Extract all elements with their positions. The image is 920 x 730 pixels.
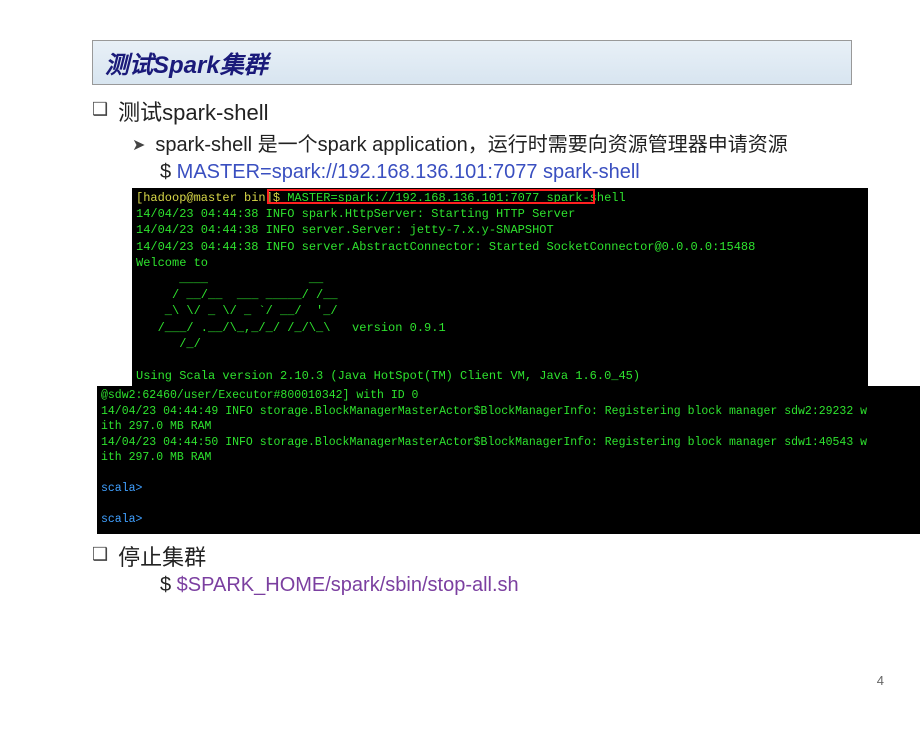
terminal-line: 14/04/23 04:44:50 INFO storage.BlockMana…	[101, 436, 867, 449]
bullet-text: spark-shell 是一个spark application，运行时需要向资…	[155, 131, 787, 159]
terminal-line: 14/04/23 04:44:49 INFO storage.BlockMana…	[101, 405, 867, 418]
bullet-stop-cluster: ❑ 停止集群	[92, 540, 860, 572]
slide-content: ❑ 测试spark-shell ➤ spark-shell 是一个spark a…	[92, 95, 860, 597]
bullet-text: 测试spark-shell	[118, 95, 268, 127]
dollar-sign: $	[160, 574, 171, 596]
terminal-line: Welcome to	[136, 256, 208, 270]
slide-container: 测试Spark集群 ❑ 测试spark-shell ➤ spark-shell …	[20, 40, 900, 690]
terminal-line: 14/04/23 04:44:38 INFO server.AbstractCo…	[136, 240, 755, 254]
terminal-block-manager: @sdw2:62460/user/Executor#800010342] wit…	[97, 386, 920, 534]
bullet-spark-shell-desc: ➤ spark-shell 是一个spark application，运行时需要…	[132, 131, 860, 159]
terminal-line: 14/04/23 04:44:38 INFO spark.HttpServer:…	[136, 207, 575, 221]
spark-ascii-logo: /_/	[136, 337, 201, 351]
spark-ascii-logo: _\ \/ _ \/ _ `/ __/ '_/	[136, 304, 338, 318]
scala-prompt: scala>	[101, 513, 142, 526]
scala-prompt: scala>	[101, 482, 142, 495]
square-bullet-icon: ❑	[92, 99, 108, 120]
command-stop-all: $ $SPARK_HOME/spark/sbin/stop-all.sh	[160, 574, 860, 597]
terminal-line: 14/04/23 04:44:38 INFO server.Server: je…	[136, 223, 554, 237]
slide-title-box: 测试Spark集群	[92, 40, 852, 85]
dollar-sign: $	[160, 161, 171, 183]
terminal-spark-shell-start: [hadoop@master bin]$ MASTER=spark://192.…	[132, 188, 868, 390]
command-text: MASTER=spark://192.168.136.101:7077 spar…	[171, 161, 640, 183]
terminal-prompt: [hadoop@master bin]$	[136, 191, 287, 205]
terminal-line: Using Scala version 2.10.3 (Java HotSpot…	[136, 369, 640, 383]
command-text: $SPARK_HOME/spark/sbin/stop-all.sh	[171, 574, 519, 596]
square-bullet-icon: ❑	[92, 544, 108, 565]
spark-ascii-logo: /___/ .__/\_,_/_/ /_/\_\ version 0.9.1	[136, 321, 446, 335]
terminal-screenshots: [hadoop@master bin]$ MASTER=spark://192.…	[132, 188, 860, 534]
command-master-spark-shell: $ MASTER=spark://192.168.136.101:7077 sp…	[160, 161, 860, 184]
terminal-line: ith 297.0 MB RAM	[101, 420, 211, 433]
slide-title: 测试Spark集群	[105, 52, 268, 79]
terminal-line: @sdw2:62460/user/Executor#800010342] wit…	[101, 389, 418, 402]
page-number: 4	[877, 673, 884, 688]
spark-ascii-logo: / __/__ ___ _____/ /__	[136, 288, 338, 302]
terminal-command: MASTER=spark://192.168.136.101:7077 spar…	[287, 191, 625, 205]
terminal-line: ith 297.0 MB RAM	[101, 451, 211, 464]
arrow-bullet-icon: ➤	[132, 135, 145, 157]
spark-ascii-logo: ____ __	[136, 272, 323, 286]
bullet-test-spark-shell: ❑ 测试spark-shell	[92, 95, 860, 127]
bullet-text: 停止集群	[118, 540, 206, 572]
